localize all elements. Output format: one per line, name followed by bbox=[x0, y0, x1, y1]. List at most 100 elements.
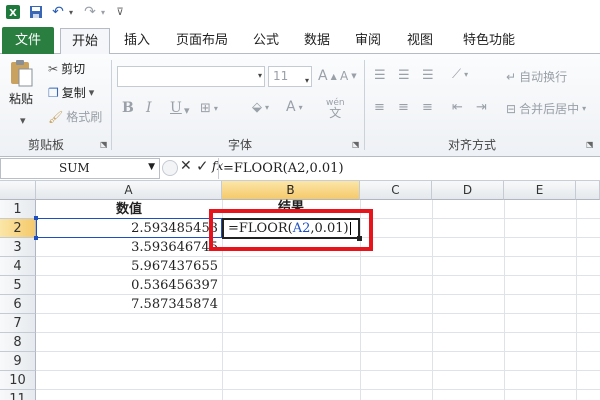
font-name-combo[interactable]: ▾ bbox=[117, 66, 265, 87]
italic-button[interactable]: I bbox=[146, 100, 152, 116]
cut-label: 剪切 bbox=[61, 62, 86, 76]
tab-view[interactable]: 视图 bbox=[400, 28, 440, 54]
orientation-icon: ⟋ bbox=[452, 67, 462, 82]
align-bottom-button[interactable]: ☰ bbox=[422, 68, 434, 83]
gridline bbox=[36, 370, 600, 371]
bold-button[interactable]: B bbox=[122, 100, 134, 116]
row-header[interactable]: 2 bbox=[0, 219, 36, 238]
row-header[interactable]: 3 bbox=[0, 238, 36, 257]
tab-file[interactable]: 文件 bbox=[2, 27, 54, 54]
row-header[interactable]: 11 bbox=[0, 390, 36, 400]
tab-data[interactable]: 数据 bbox=[297, 28, 337, 54]
cell-a1[interactable]: 数值 bbox=[36, 200, 222, 219]
customize-dropdown-icon[interactable]: ⊽ bbox=[114, 4, 126, 20]
range-reference-highlight bbox=[36, 218, 222, 238]
ribbon: 粘贴 ▾ ✂ 剪切 ❐ 复制 ▾ 🖌 格式刷 剪贴板 ⬔ ▾ 11 ▾ A ▲ A… bbox=[0, 54, 600, 157]
merge-center-button[interactable]: ⊟ 合并后居中 ▾ bbox=[506, 100, 586, 117]
cut-button[interactable]: ✂ 剪切 bbox=[48, 60, 85, 77]
shrink-font-button[interactable]: A ▼ bbox=[340, 69, 357, 83]
group-separator bbox=[111, 60, 112, 150]
wrap-text-button[interactable]: ↵ 自动换行 bbox=[506, 68, 567, 85]
paste-button[interactable]: 粘贴 bbox=[8, 58, 34, 107]
chevron-down-icon: ▾ bbox=[304, 76, 309, 85]
underline-button[interactable]: U bbox=[170, 100, 182, 116]
align-center-button[interactable]: ≡ bbox=[398, 100, 409, 115]
excel-logo-icon[interactable]: X bbox=[4, 4, 22, 20]
column-header-d[interactable]: D bbox=[432, 181, 504, 200]
enter-icon[interactable]: ✓ bbox=[196, 157, 209, 175]
row-header[interactable]: 9 bbox=[0, 352, 36, 371]
name-box-value: SUM bbox=[59, 161, 90, 175]
copy-button[interactable]: ❐ 复制 ▾ bbox=[48, 84, 94, 101]
align-left-button[interactable]: ≡ bbox=[374, 100, 385, 115]
formula-bar-expand-handle[interactable] bbox=[162, 160, 178, 176]
paste-dropdown-icon[interactable]: ▾ bbox=[20, 114, 26, 127]
select-all-corner[interactable] bbox=[0, 181, 36, 200]
phonetic-button[interactable]: wén 文 bbox=[326, 98, 345, 119]
cell-a6[interactable]: 7.587345874 bbox=[36, 295, 222, 314]
column-header-a[interactable]: A bbox=[36, 181, 222, 200]
copy-dropdown-icon[interactable]: ▾ bbox=[89, 86, 95, 99]
row-header[interactable]: 6 bbox=[0, 295, 36, 314]
borders-button[interactable]: ⊞ ▾ bbox=[200, 101, 218, 116]
row-header[interactable]: 4 bbox=[0, 257, 36, 276]
format-painter-icon: 🖌 bbox=[48, 109, 64, 124]
redo-dropdown-icon[interactable]: ▾ bbox=[98, 4, 108, 20]
cell-a4[interactable]: 5.967437655 bbox=[36, 257, 222, 276]
name-box[interactable]: SUM ▼ bbox=[0, 158, 160, 179]
fill-color-button[interactable]: ⬙ ▾ bbox=[252, 100, 269, 115]
align-middle-button[interactable]: ☰ bbox=[398, 68, 410, 83]
decrease-indent-button[interactable]: ⇤ bbox=[452, 100, 463, 115]
formula-input[interactable]: =FLOOR(A2,0.01) bbox=[218, 158, 600, 179]
align-top-button[interactable]: ☰ bbox=[374, 68, 386, 83]
worksheet-grid[interactable]: A B C D E 1 2 3 4 5 6 7 8 9 10 11 数值 结果 … bbox=[0, 181, 600, 400]
row-header[interactable]: 10 bbox=[0, 371, 36, 390]
align-left-icon: ≡ bbox=[374, 100, 385, 115]
tab-page-layout[interactable]: 页面布局 bbox=[166, 28, 238, 54]
row-header[interactable]: 5 bbox=[0, 276, 36, 295]
formula-bar: SUM ▼ ✕ ✓ fx =FLOOR(A2,0.01) bbox=[0, 157, 600, 181]
format-painter-button[interactable]: 🖌 格式刷 bbox=[48, 108, 102, 125]
clipboard-launcher-icon[interactable]: ⬔ bbox=[100, 140, 108, 149]
font-color-button[interactable]: A ▾ bbox=[286, 99, 303, 115]
align-center-icon: ≡ bbox=[398, 100, 409, 115]
underline-dropdown-icon[interactable]: ▾ bbox=[184, 104, 190, 117]
gridline bbox=[36, 351, 600, 352]
increase-indent-button[interactable]: ⇥ bbox=[476, 100, 487, 115]
column-header-e[interactable]: E bbox=[504, 181, 576, 200]
cancel-icon[interactable]: ✕ bbox=[180, 158, 192, 174]
increase-indent-icon: ⇥ bbox=[476, 100, 487, 115]
orientation-button[interactable]: ⟋ ▾ bbox=[452, 67, 468, 82]
tab-review[interactable]: 审阅 bbox=[348, 28, 388, 54]
row-header[interactable]: 7 bbox=[0, 314, 36, 333]
column-header-f-partial[interactable] bbox=[576, 181, 600, 200]
font-size-combo[interactable]: 11 ▾ bbox=[268, 66, 312, 87]
range-handle[interactable] bbox=[34, 236, 38, 240]
cell-a5[interactable]: 0.536456397 bbox=[36, 276, 222, 295]
grow-font-button[interactable]: A ▲ bbox=[318, 68, 337, 84]
chevron-down-icon[interactable]: ▼ bbox=[148, 162, 155, 172]
borders-icon: ⊞ bbox=[200, 101, 211, 116]
tab-special-features[interactable]: 特色功能 bbox=[452, 28, 526, 54]
tab-home[interactable]: 开始 bbox=[60, 28, 110, 55]
alignment-launcher-icon[interactable]: ⬔ bbox=[586, 140, 594, 149]
merge-dropdown-icon[interactable]: ▾ bbox=[582, 104, 586, 113]
redo-icon[interactable]: ↷ bbox=[82, 4, 98, 20]
undo-dropdown-icon[interactable]: ▾ bbox=[66, 4, 76, 20]
svg-text:X: X bbox=[9, 8, 17, 19]
row-header[interactable]: 1 bbox=[0, 200, 36, 219]
tab-insert[interactable]: 插入 bbox=[115, 28, 159, 54]
save-icon[interactable] bbox=[28, 4, 44, 20]
tab-formulas[interactable]: 公式 bbox=[246, 28, 286, 54]
font-launcher-icon[interactable]: ⬔ bbox=[352, 140, 360, 149]
row-header[interactable]: 8 bbox=[0, 333, 36, 352]
scissors-icon: ✂ bbox=[48, 61, 59, 76]
undo-icon[interactable]: ↶ bbox=[50, 4, 66, 20]
align-right-button[interactable]: ≡ bbox=[422, 100, 433, 115]
clipboard-group-label: 剪贴板 bbox=[28, 138, 65, 152]
column-header-c[interactable]: C bbox=[360, 181, 432, 200]
cell-a3[interactable]: 3.593646745 bbox=[36, 238, 222, 257]
fill-bucket-icon: ⬙ bbox=[252, 100, 262, 115]
wrap-text-icon: ↵ bbox=[506, 69, 517, 84]
range-handle[interactable] bbox=[34, 216, 38, 220]
